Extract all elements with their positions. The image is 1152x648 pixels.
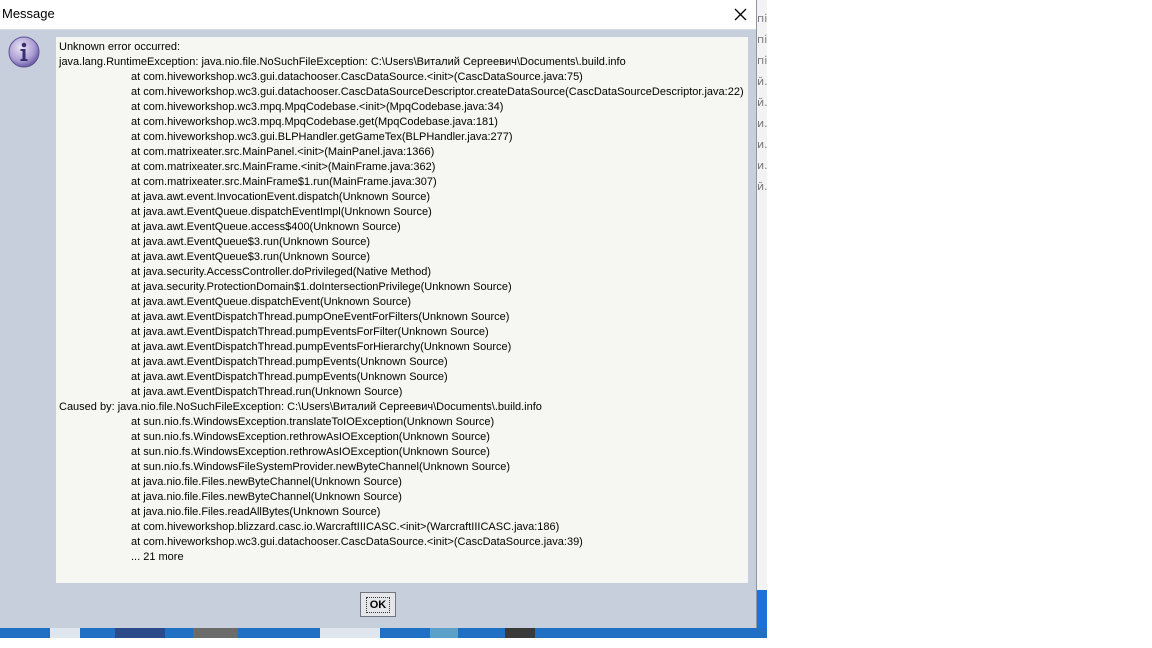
stack-trace-line: at java.nio.file.Files.readAllBytes(Unkn…	[131, 506, 381, 518]
taskbar-item[interactable]	[50, 628, 80, 638]
background-text-fragment: пі	[757, 12, 767, 25]
stack-trace-line: Caused by: java.nio.file.NoSuchFileExcep…	[59, 401, 542, 413]
stack-trace-line: at sun.nio.fs.WindowsException.rethrowAs…	[131, 431, 490, 443]
taskbar-item[interactable]	[505, 628, 535, 638]
background-text-fragment: й.	[757, 75, 767, 88]
stack-trace-line: at com.hiveworkshop.wc3.mpq.MpqCodebase.…	[131, 101, 504, 113]
stack-trace-line: at java.awt.EventDispatchThread.pumpEven…	[131, 341, 512, 353]
stack-trace-line: at com.hiveworkshop.wc3.gui.datachooser.…	[131, 536, 583, 548]
background-app-window: пі пі пі й. й. и. и. и. й.	[757, 0, 767, 590]
stack-trace-line: at sun.nio.fs.WindowsFileSystemProvider.…	[131, 461, 511, 473]
taskbar-item[interactable]	[320, 628, 380, 638]
stack-trace-line: ... 21 more	[131, 551, 184, 563]
stack-trace-line: at java.awt.EventQueue.access$400(Unknow…	[131, 221, 401, 233]
taskbar-item[interactable]	[193, 628, 238, 638]
close-button[interactable]	[726, 0, 756, 29]
ok-button[interactable]: OK	[360, 592, 396, 617]
stack-trace-line: at sun.nio.fs.WindowsException.translate…	[131, 416, 495, 428]
taskbar-item[interactable]	[115, 628, 165, 638]
stack-trace-line: at java.awt.EventQueue.dispatchEvent(Unk…	[131, 296, 412, 308]
stack-trace-line: at java.awt.EventDispatchThread.pumpEven…	[131, 356, 448, 368]
info-icon	[8, 36, 40, 68]
background-text-fragment: пі	[757, 54, 767, 67]
background-text-fragment: и.	[757, 138, 767, 151]
background-text-fragment: й.	[757, 180, 767, 193]
taskbar-item[interactable]	[430, 628, 458, 638]
stack-trace-line: at com.hiveworkshop.wc3.mpq.MpqCodebase.…	[131, 116, 498, 128]
taskbar	[0, 628, 767, 638]
stack-trace-line: at java.awt.EventQueue$3.run(Unknown Sou…	[131, 236, 371, 248]
stack-trace-line: at com.hiveworkshop.wc3.gui.datachooser.…	[131, 86, 744, 98]
stack-trace-line: at java.awt.event.InvocationEvent.dispat…	[131, 191, 430, 203]
stack-trace-line: at com.matrixeater.src.MainPanel.<init>(…	[131, 146, 435, 158]
stack-trace-line: at java.awt.EventQueue.dispatchEventImpl…	[131, 206, 432, 218]
stack-trace-line: at java.security.AccessController.doPriv…	[131, 266, 431, 278]
ok-button-label: OK	[365, 596, 391, 613]
stack-trace-line: at java.awt.EventDispatchThread.pumpOneE…	[131, 311, 510, 323]
stack-trace-line: at java.awt.EventDispatchThread.run(Unkn…	[131, 386, 403, 398]
stack-trace-line: at java.awt.EventDispatchThread.pumpEven…	[131, 326, 489, 338]
stack-trace-line: at sun.nio.fs.WindowsException.rethrowAs…	[131, 446, 490, 458]
message-dialog: Message Unknown error occurred: java.lang…	[0, 0, 757, 628]
stack-trace-line: at com.matrixeater.src.MainFrame.<init>(…	[131, 161, 436, 173]
stack-trace-line: at com.hiveworkshop.blizzard.casc.io.War…	[131, 521, 560, 533]
background-text-fragment: пі	[757, 33, 767, 46]
stack-trace-line: at java.awt.EventDispatchThread.pumpEven…	[131, 371, 448, 383]
stack-trace-line: at java.security.ProtectionDomain$1.doIn…	[131, 281, 512, 293]
background-text-fragment: й.	[757, 96, 767, 109]
stack-trace-line: at java.awt.EventQueue$3.run(Unknown Sou…	[131, 251, 371, 263]
stack-trace-line: Unknown error occurred:	[59, 41, 181, 53]
error-message-text-area[interactable]: Unknown error occurred: java.lang.Runtime…	[56, 37, 748, 583]
stack-trace-line: at java.nio.file.Files.newByteChannel(Un…	[131, 491, 402, 503]
background-text-fragment: и.	[757, 159, 767, 172]
background-text-fragment: и.	[757, 117, 767, 130]
window-title: Message	[2, 6, 55, 21]
stack-trace-line: at java.nio.file.Files.newByteChannel(Un…	[131, 476, 402, 488]
stack-trace-line: at com.hiveworkshop.wc3.gui.datachooser.…	[131, 71, 583, 83]
stack-trace-line: at com.matrixeater.src.MainFrame$1.run(M…	[131, 176, 437, 188]
stack-trace-line: at com.hiveworkshop.wc3.gui.BLPHandler.g…	[131, 131, 513, 143]
stack-trace-line: java.lang.RuntimeException: java.nio.fil…	[59, 56, 626, 68]
close-icon	[734, 8, 747, 21]
title-bar[interactable]: Message	[0, 0, 756, 30]
